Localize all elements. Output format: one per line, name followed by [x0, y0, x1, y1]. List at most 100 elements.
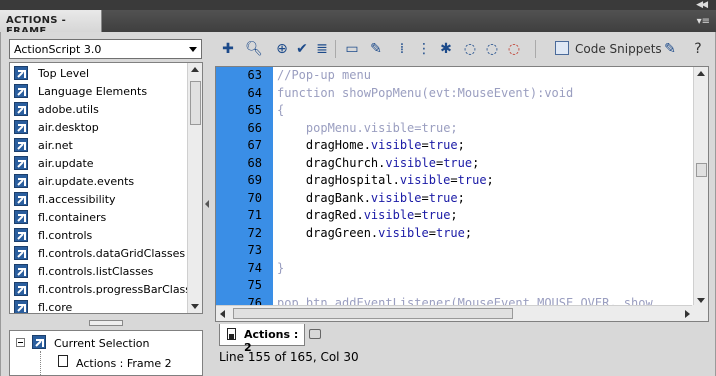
- scroll-down-icon[interactable]: [191, 304, 199, 309]
- toolbox-item[interactable]: Language Elements: [12, 82, 184, 100]
- code-token: visible: [399, 173, 451, 187]
- toolbox-item[interactable]: fl.controls: [12, 226, 184, 244]
- toolbox-item[interactable]: air.update.events: [12, 172, 184, 190]
- editor-horizontal-scrollbar[interactable]: [216, 305, 694, 321]
- code-line[interactable]: function showPopMenu(evt:MouseEvent):voi…: [277, 85, 573, 102]
- code-token: popMenu.: [277, 120, 364, 135]
- toolbox-item-label: fl.containers: [38, 211, 107, 224]
- toolbox-item-label: air.desktop: [38, 121, 99, 134]
- help-icon[interactable]: ?: [689, 40, 707, 58]
- code-token: ;: [457, 138, 465, 152]
- tree-collapse-icon[interactable]: [16, 338, 25, 347]
- code-snippets-icon: [555, 41, 569, 55]
- package-icon: [14, 246, 28, 260]
- toolbox-item-label: fl.controls: [38, 229, 93, 242]
- scroll-up-icon[interactable]: [697, 71, 705, 76]
- code-line[interactable]: dragHospital.visible=true;: [277, 172, 494, 189]
- apply-block-comment-icon[interactable]: ◌: [461, 40, 479, 58]
- current-script-label[interactable]: Actions : Frame 2: [76, 357, 172, 370]
- toolbox-item[interactable]: fl.controls.progressBarClasses: [12, 280, 202, 298]
- code-token: =: [414, 120, 422, 135]
- code-token: visible: [370, 190, 422, 205]
- collapse-between-braces-icon[interactable]: ⁞: [393, 40, 411, 58]
- script-file-icon: [58, 355, 68, 367]
- toolbox-item[interactable]: Top Level: [12, 64, 184, 82]
- toolbox-item[interactable]: fl.controls.dataGridClasses: [12, 244, 185, 262]
- code-line[interactable]: //Pop-up menu: [277, 67, 371, 84]
- toolbox-item[interactable]: fl.containers: [12, 208, 184, 226]
- toolbar-separator: [535, 40, 536, 58]
- toolbox-item[interactable]: fl.accessibility: [12, 190, 184, 208]
- insert-target-path-icon[interactable]: ⊕: [273, 40, 291, 58]
- code-token: true: [457, 173, 487, 187]
- line-number: 67: [247, 138, 262, 152]
- package-icon: [14, 84, 28, 98]
- code-token: }: [277, 260, 285, 275]
- script-assist-icon[interactable]: ✎: [661, 40, 679, 58]
- code-token: {: [277, 103, 285, 117]
- code-token: =: [421, 190, 429, 205]
- toolbox-item-label: adobe.utils: [38, 103, 99, 116]
- remove-comment-icon[interactable]: ◌: [505, 40, 523, 58]
- code-token: true: [421, 208, 451, 222]
- code-token: dragBank.: [277, 190, 371, 205]
- toolbox-item[interactable]: air.update: [12, 154, 184, 172]
- code-token: ):: [529, 85, 545, 100]
- scroll-thumb[interactable]: [190, 81, 201, 125]
- pin-script-icon[interactable]: [309, 329, 321, 339]
- collapse-left-pane-icon[interactable]: [204, 187, 210, 221]
- code-line[interactable]: dragRed.visible=true;: [277, 207, 458, 224]
- collapse-icon[interactable]: ◀◀: [696, 0, 708, 10]
- line-number: 74: [247, 260, 262, 275]
- actionscript-version-select[interactable]: ActionScript 3.0: [9, 39, 202, 59]
- code-token: dragChurch.: [277, 155, 386, 170]
- scroll-thumb[interactable]: [696, 163, 707, 177]
- tab-actions-2[interactable]: Actions : 2: [219, 324, 305, 354]
- actions-toolbox: Top Level Language Elements adobe.utils air…: [9, 62, 203, 314]
- code-token: dragRed.: [277, 208, 364, 222]
- code-token: true: [421, 120, 451, 135]
- apply-line-comment-icon[interactable]: ◌: [483, 40, 501, 58]
- current-selection-label[interactable]: Current Selection: [54, 337, 150, 350]
- code-line[interactable]: }: [277, 260, 284, 277]
- check-syntax-icon[interactable]: ✔: [293, 40, 311, 58]
- debug-options-icon[interactable]: ✎: [367, 40, 385, 58]
- toolbox-scrollbar[interactable]: [187, 63, 202, 313]
- code-line[interactable]: dragChurch.visible=true;: [277, 155, 479, 172]
- code-hint-icon[interactable]: ▭: [343, 40, 361, 58]
- toolbox-item[interactable]: fl.core: [12, 298, 184, 313]
- code-line[interactable]: popMenu.visible=true;: [277, 120, 458, 137]
- auto-format-icon[interactable]: ≣: [313, 40, 331, 58]
- line-number: 72: [247, 225, 262, 240]
- code-token: =: [450, 173, 458, 187]
- collapse-selection-icon[interactable]: ⋮: [415, 40, 433, 58]
- version-select-value: ActionScript 3.0: [14, 43, 102, 56]
- toolbox-item[interactable]: air.net: [12, 136, 184, 154]
- toolbox-item[interactable]: fl.controls.listClasses: [12, 262, 184, 280]
- toolbox-item[interactable]: adobe.utils: [12, 100, 184, 118]
- panel-menu-icon[interactable]: ▾≡: [697, 16, 710, 27]
- panel-tab-actions-frame[interactable]: ACTIONS - FRAME: [0, 10, 102, 37]
- code-token: =: [428, 225, 436, 240]
- expand-all-icon[interactable]: ✱: [437, 40, 455, 58]
- package-icon: [14, 120, 28, 134]
- scroll-down-icon[interactable]: [697, 298, 705, 303]
- line-number: 65: [247, 103, 262, 117]
- script-editor[interactable]: 63 //Pop-up menu 64 function showPopMenu(ev…: [215, 66, 709, 322]
- script-file-icon: [227, 328, 236, 340]
- code-line[interactable]: dragBank.visible=true;: [277, 190, 465, 207]
- scroll-up-icon[interactable]: [191, 67, 199, 72]
- code-line[interactable]: dragGreen.visible=true;: [277, 225, 472, 242]
- horizontal-splitter[interactable]: [89, 320, 123, 326]
- code-token: true: [443, 155, 473, 170]
- scroll-right-icon[interactable]: [685, 310, 690, 318]
- editor-vertical-scrollbar[interactable]: [693, 67, 708, 307]
- scroll-left-icon[interactable]: [220, 310, 225, 318]
- code-line[interactable]: {: [277, 102, 284, 119]
- find-icon[interactable]: 🔍︎: [245, 40, 263, 58]
- code-token: =: [414, 208, 422, 222]
- add-item-icon[interactable]: ✚: [219, 40, 237, 58]
- toolbox-item[interactable]: air.desktop: [12, 118, 184, 136]
- scroll-thumb[interactable]: [233, 308, 513, 319]
- code-line[interactable]: dragHome.visible=true;: [277, 137, 465, 154]
